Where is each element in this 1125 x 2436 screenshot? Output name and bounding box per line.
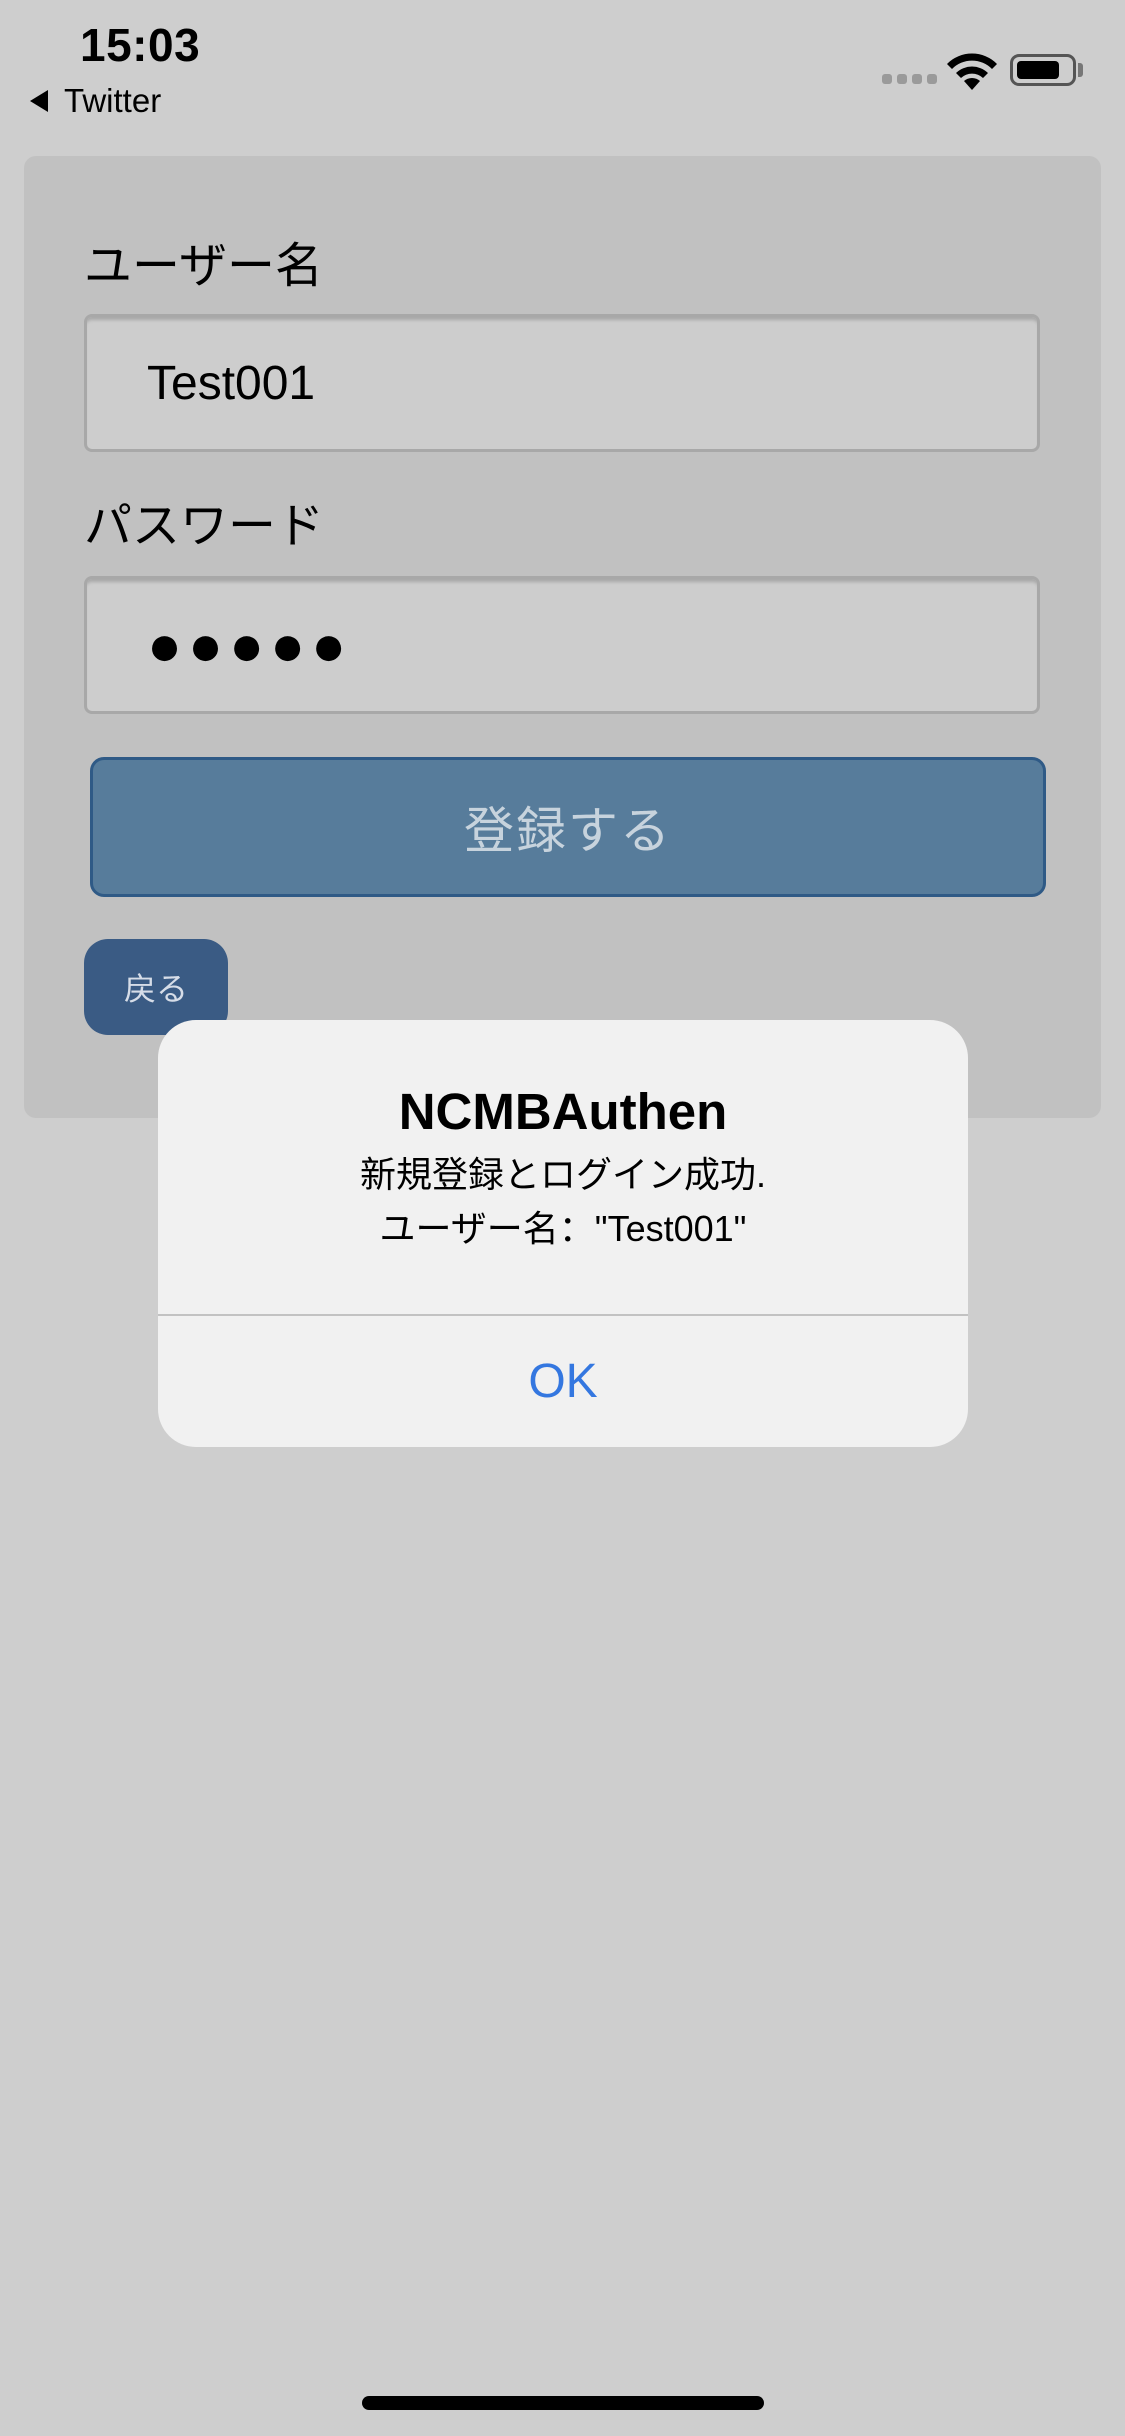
cellular-signal-icon [882,74,937,84]
alert-message-line: 新規登録とログイン成功. [359,1154,766,1195]
username-input[interactable] [84,314,1040,452]
password-input[interactable] [84,576,1040,714]
register-button[interactable]: 登録する [90,757,1046,897]
alert-ok-button[interactable]: OK [158,1316,968,1447]
alert-message-line: ユーザー名："Test001" [379,1208,747,1249]
alert-dialog: NCMBAuthen 新規登録とログイン成功. ユーザー名："Test001" … [158,1020,968,1447]
status-time: 15:03 [80,19,201,71]
back-app-label: Twitter [64,82,162,119]
status-bar: 15:03 Twitter [0,0,1125,130]
back-to-app-link[interactable]: Twitter [30,82,161,120]
home-indicator[interactable] [362,2396,764,2410]
alert-title: NCMBAuthen [398,1083,728,1140]
password-label: パスワード [84,498,325,554]
back-triangle-icon [30,90,48,112]
battery-cap [1078,63,1083,77]
wifi-icon [947,53,997,90]
alert-message: 新規登録とログイン成功. ユーザー名："Test001" [158,1148,968,1256]
username-label: ユーザー名 [84,238,324,294]
battery-icon [1010,54,1076,86]
